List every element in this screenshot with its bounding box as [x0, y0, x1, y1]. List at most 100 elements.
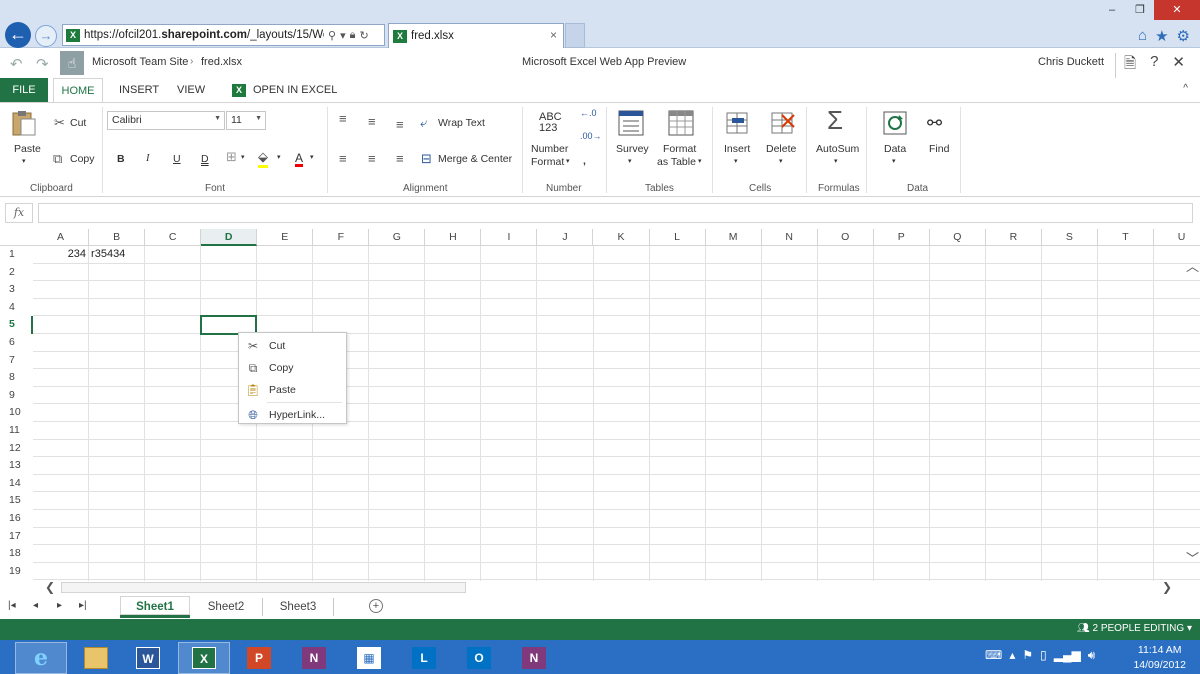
context-menu-hyperlink[interactable]: 🌐︎ HyperLink... [239, 404, 346, 426]
row-header[interactable]: 6 [0, 334, 33, 352]
favorites-star-icon[interactable]: ★ [1155, 27, 1168, 45]
scroll-right-icon[interactable]: ❯ [1162, 580, 1172, 594]
align-top-icon[interactable]: ≡ [339, 111, 347, 126]
new-tab-button[interactable] [565, 23, 585, 48]
collapse-ribbon-icon[interactable]: ^ [1183, 83, 1188, 94]
row-header[interactable]: 19 [0, 563, 33, 581]
network-icon[interactable]: ▂▄▆ [1054, 648, 1081, 663]
copy-button[interactable]: Copy [70, 153, 95, 165]
underline-button[interactable]: U [173, 153, 181, 165]
italic-button[interactable]: I [146, 153, 150, 164]
fill-color-icon[interactable]: ⬙ [258, 149, 268, 168]
browser-tab-active[interactable]: X fred.xlsx × [388, 23, 564, 48]
insert-function-button[interactable]: fx [5, 203, 33, 223]
row-header[interactable]: 4 [0, 299, 33, 317]
column-header[interactable]: D [201, 229, 258, 246]
sheet-tab-3[interactable]: Sheet3 [268, 596, 328, 618]
find-button[interactable]: Find [929, 143, 949, 155]
tab-home[interactable]: HOME [53, 78, 103, 103]
chevron-down-icon[interactable]: ▾ [566, 157, 570, 165]
number-format-label-1[interactable]: Number [531, 143, 568, 155]
column-header[interactable]: P [874, 229, 930, 246]
forward-button[interactable]: → [35, 25, 57, 47]
next-sheet-icon[interactable]: ▸ [57, 600, 62, 611]
decrease-decimal-icon[interactable]: .00→ [580, 131, 602, 141]
copy-icon[interactable]: ⧉ [53, 151, 62, 167]
merge-center-icon[interactable]: ⊟ [421, 151, 432, 167]
borders-icon[interactable]: ⊞ [226, 149, 237, 165]
align-middle-icon[interactable]: ≡ [368, 114, 376, 129]
close-document-button[interactable]: ✕ [1172, 53, 1185, 78]
user-name[interactable]: Chris Duckett [1038, 56, 1104, 68]
double-underline-button[interactable]: D [201, 153, 209, 165]
autosum-button[interactable]: AutoSum [816, 143, 859, 155]
column-header[interactable]: U [1154, 229, 1200, 246]
survey-button[interactable]: Survey [616, 143, 649, 155]
column-header[interactable]: E [257, 229, 314, 246]
settings-gear-icon[interactable]: ⚙ [1177, 27, 1190, 45]
paste-icon[interactable] [10, 109, 38, 137]
align-center-icon[interactable]: ≡ [368, 151, 376, 166]
data-button[interactable]: Data [884, 143, 906, 155]
scroll-up-icon[interactable]: ︿ [1186, 256, 1199, 275]
column-header[interactable]: Q [930, 229, 986, 246]
column-header[interactable]: R [986, 229, 1042, 246]
last-sheet-icon[interactable]: ▸| [79, 600, 87, 611]
context-menu-cut[interactable]: ✂ Cut [239, 335, 346, 357]
taskbar-powerpoint[interactable]: P [233, 642, 285, 674]
action-center-icon[interactable]: ⚑ [1022, 648, 1033, 663]
row-header[interactable]: 17 [0, 528, 33, 546]
dropdown-icon[interactable]: ▾ [340, 29, 346, 42]
taskbar-onenote-send[interactable]: N [508, 642, 560, 674]
font-name-select[interactable]: Calibri ▼ [107, 111, 225, 130]
taskbar-excel[interactable]: X [178, 642, 230, 674]
vertical-scrollbar[interactable]: ︿ ﹀ [1184, 246, 1200, 581]
paste-dropdown-icon[interactable]: ▾ [22, 157, 26, 165]
battery-icon[interactable]: ▯ [1040, 648, 1047, 663]
minimize-button[interactable]: – [1098, 0, 1126, 20]
back-button[interactable]: ← [5, 22, 31, 48]
font-size-select[interactable]: 11 ▼ [226, 111, 266, 130]
address-url[interactable]: https://ofcil201.sharepoint.com/_layouts… [84, 29, 324, 41]
scissors-icon[interactable]: ✂ [54, 115, 65, 131]
help-button[interactable]: ? [1150, 53, 1158, 78]
paste-label[interactable]: Paste [14, 143, 41, 155]
align-left-icon[interactable]: ≡ [339, 151, 347, 166]
close-window-button[interactable]: ✕ [1154, 0, 1200, 20]
first-sheet-icon[interactable]: |◂ [8, 600, 16, 611]
column-header[interactable]: H [425, 229, 482, 246]
formula-input[interactable] [38, 203, 1193, 223]
scroll-down-icon[interactable]: ﹀ [1186, 548, 1199, 567]
volume-icon[interactable]: 🔊︎ [1088, 648, 1096, 663]
breadcrumb-site[interactable]: Microsoft Team Site [92, 56, 188, 68]
format-table-label-1[interactable]: Format [663, 143, 696, 155]
cell-a1[interactable]: 234 [33, 246, 86, 263]
tab-view[interactable]: VIEW [177, 78, 205, 102]
row-header[interactable]: 18 [0, 545, 33, 563]
font-color-button[interactable]: A [295, 151, 303, 165]
column-header[interactable]: M [706, 229, 762, 246]
context-menu-paste[interactable]: 📋︎ Paste [239, 379, 346, 401]
redo-icon[interactable]: ↷ [36, 55, 49, 73]
taskbar-word[interactable]: W [122, 642, 174, 674]
binoculars-icon[interactable]: ⚯ [927, 113, 942, 134]
chevron-down-icon[interactable]: ▾ [277, 153, 281, 161]
chevron-down-icon[interactable]: ▾ [698, 157, 702, 165]
chevron-down-icon[interactable]: ▾ [834, 157, 838, 165]
row-header[interactable]: 3 [0, 281, 33, 299]
autosum-icon[interactable]: Σ [827, 105, 843, 136]
insert-cells-icon[interactable] [723, 109, 751, 137]
chevron-down-icon[interactable]: ▾ [734, 157, 738, 165]
column-header[interactable]: N [762, 229, 818, 246]
column-header[interactable]: G [369, 229, 426, 246]
bold-button[interactable]: B [117, 153, 125, 165]
row-header[interactable]: 16 [0, 510, 33, 528]
row-header[interactable]: 15 [0, 492, 33, 510]
tab-close-icon[interactable]: × [550, 28, 557, 42]
refresh-icon[interactable]: ↻ [359, 29, 368, 42]
column-header[interactable]: J [537, 229, 594, 246]
prev-sheet-icon[interactable]: ◂ [33, 600, 38, 611]
horizontal-scrollbar[interactable]: ❮ ❯ [33, 580, 1200, 595]
chevron-down-icon[interactable]: ▾ [892, 157, 896, 165]
data-refresh-icon[interactable] [881, 109, 909, 137]
